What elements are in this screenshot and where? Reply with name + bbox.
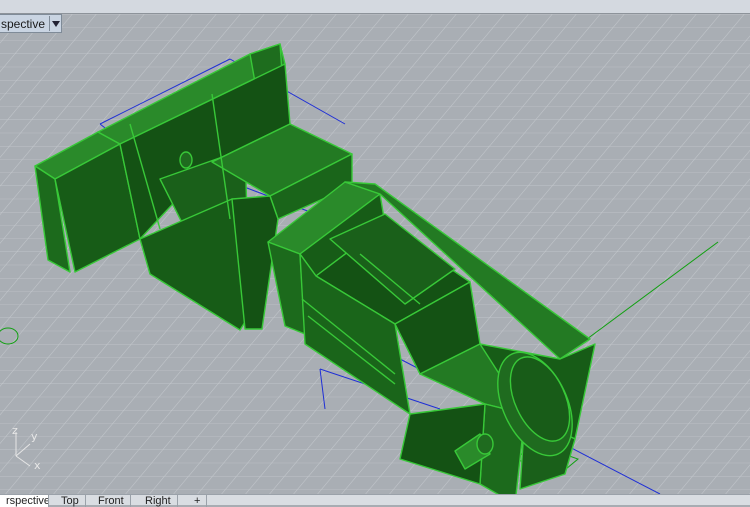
- viewport-canvas[interactable]: [0, 14, 750, 494]
- title-strip: [0, 0, 750, 14]
- tab-perspective[interactable]: rspective: [0, 495, 49, 507]
- viewport-title-button[interactable]: spective: [0, 14, 63, 33]
- axis-z-label: z: [12, 424, 18, 437]
- tab-right[interactable]: Right: [139, 495, 178, 507]
- axis-y-label: y: [31, 430, 38, 443]
- chevron-down-icon[interactable]: [49, 16, 61, 31]
- viewport-title[interactable]: spective: [1, 17, 45, 31]
- add-tab-button[interactable]: +: [188, 495, 208, 507]
- axis-x-label: x: [34, 459, 41, 472]
- tab-front[interactable]: Front: [92, 495, 131, 507]
- tab-top[interactable]: Top: [55, 495, 86, 507]
- viewport-tab-bar: rspective Top Front Right +: [0, 494, 750, 507]
- perspective-viewport[interactable]: spective z y x: [0, 14, 750, 494]
